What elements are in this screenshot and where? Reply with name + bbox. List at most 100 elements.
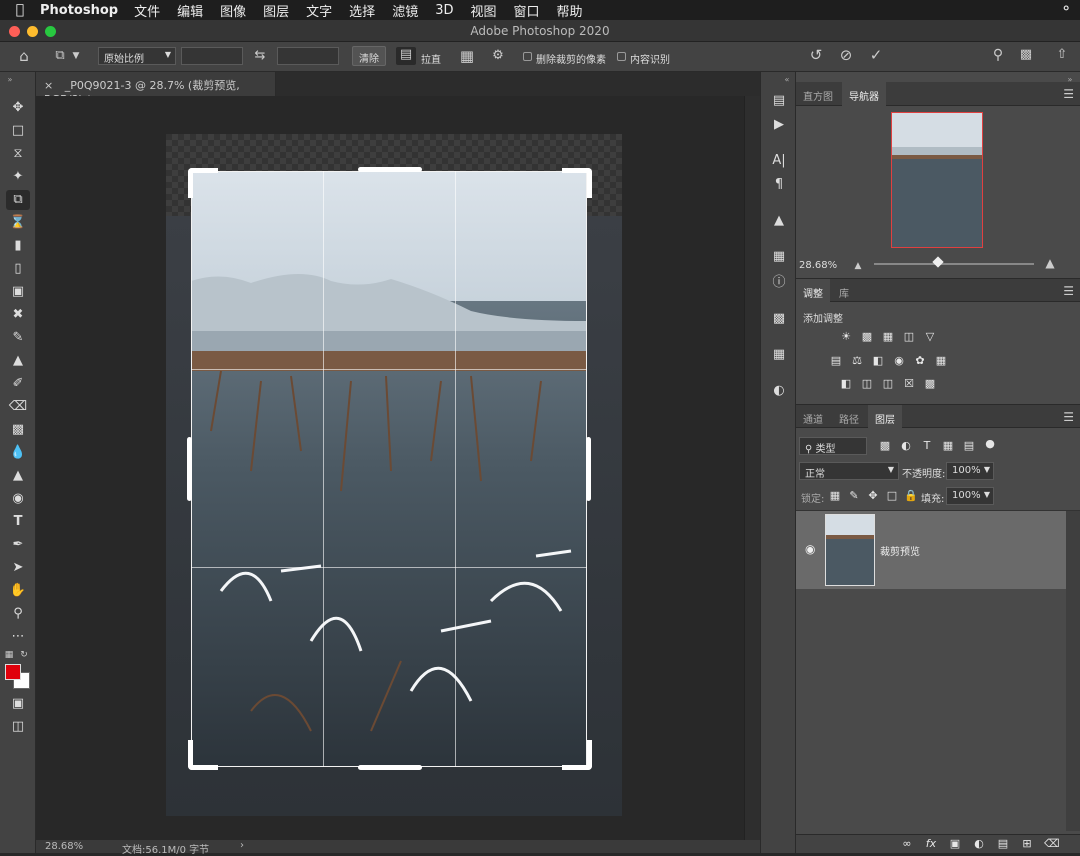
layer-row[interactable]: ◉ 裁剪预览 — [796, 511, 1066, 589]
menu-file[interactable]: 文件 — [134, 1, 160, 20]
layer-name[interactable]: 裁剪预览 — [880, 543, 920, 558]
sharpen-icon[interactable]: ▲ — [6, 466, 30, 486]
straighten-label[interactable]: 拉直 — [421, 51, 441, 66]
vertical-scrollbar[interactable] — [744, 96, 760, 840]
gradient-icon[interactable]: ▩ — [6, 420, 30, 440]
new-group-icon[interactable]: ▤ — [996, 838, 1010, 850]
reset-icon[interactable]: ↺ — [806, 47, 826, 63]
navigator-thumbnail[interactable] — [891, 112, 983, 248]
lock-pixels-icon[interactable]: ✎ — [847, 490, 861, 502]
gradients-panel-icon[interactable]: ▩ — [767, 308, 791, 330]
new-layer-icon[interactable]: ⊞ — [1020, 838, 1034, 850]
swap-colors-icon[interactable]: ↻ — [19, 647, 29, 663]
history-panel-icon[interactable]: ▤ — [767, 90, 791, 112]
crop-preset-icon[interactable]: ⧉ — [50, 48, 70, 64]
menu-view[interactable]: 视图 — [470, 1, 496, 20]
tab-paths[interactable]: 路径 — [832, 405, 866, 429]
gear-icon[interactable]: ⚙ — [488, 48, 508, 64]
marquee-tool-icon[interactable]: □ — [6, 121, 30, 141]
menu-layer[interactable]: 图层 — [263, 1, 289, 20]
dodge-icon[interactable]: ◉ — [6, 489, 30, 509]
filter-smart-object-icon[interactable]: ▤ — [962, 440, 976, 452]
color-balance-icon[interactable]: ⚖ — [850, 355, 864, 367]
path-select-icon[interactable]: ➤ — [6, 558, 30, 578]
filter-pixel-icon[interactable]: ▩ — [878, 440, 892, 452]
crop-handle-right[interactable] — [586, 437, 591, 501]
eraser-icon[interactable]: ⌫ — [6, 397, 30, 417]
app-menu[interactable]: Photoshop — [40, 3, 118, 18]
menu-help[interactable]: 帮助 — [557, 1, 583, 20]
document-tab[interactable]: × _P0Q9021-3 @ 28.7% (裁剪预览, RGB/8) * — [36, 72, 276, 106]
brush-icon[interactable]: ✎ — [6, 328, 30, 348]
lock-all-icon[interactable]: 🔒 — [904, 490, 918, 502]
menu-window[interactable]: 窗口 — [514, 1, 540, 20]
crop-handle-top-left[interactable] — [188, 168, 218, 198]
paragraph-panel-icon[interactable]: ¶ — [767, 174, 791, 196]
width-field[interactable] — [181, 47, 243, 65]
grid-overlay-icon[interactable]: ▦ — [457, 48, 477, 64]
share-icon[interactable]: ⇧ — [1052, 47, 1072, 63]
link-layers-icon[interactable]: ∞ — [900, 838, 914, 850]
filter-toggle-icon[interactable]: ● — [983, 438, 997, 450]
magic-wand-icon[interactable]: ✦ — [6, 167, 30, 187]
panel-menu-icon[interactable]: ☰ — [1063, 410, 1074, 424]
menu-select[interactable]: 选择 — [349, 1, 375, 20]
crop-handle-bottom-left[interactable] — [188, 740, 218, 770]
height-field[interactable] — [277, 47, 339, 65]
lock-transparency-icon[interactable]: ▦ — [828, 490, 842, 502]
tab-libraries[interactable]: 库 — [832, 279, 856, 303]
tab-adjustments[interactable]: 调整 — [796, 279, 830, 303]
swatches-panel-icon[interactable]: ▦ — [767, 344, 791, 366]
hue-saturation-icon[interactable]: ▤ — [829, 355, 843, 367]
zoom-level[interactable]: 28.68% — [45, 841, 83, 852]
workspace-icon[interactable]: ▩ — [1016, 47, 1036, 63]
healing-brush-icon[interactable]: ▮ — [6, 236, 30, 256]
opacity-field[interactable]: 100% ▼ — [946, 462, 994, 480]
crop-tool-icon[interactable]: ⧉ — [6, 190, 30, 210]
layer-style-icon[interactable]: fx — [924, 838, 938, 850]
commit-crop-icon[interactable]: ✓ — [866, 47, 886, 63]
gradient-map-icon[interactable]: ▩ — [923, 378, 937, 390]
chevron-down-icon[interactable]: ▼ — [71, 48, 81, 64]
panel-menu-icon[interactable]: ☰ — [1063, 284, 1074, 298]
screen-mode-icon[interactable]: ◫ — [6, 717, 30, 737]
lasso-tool-icon[interactable]: ⧖ — [6, 144, 30, 164]
canvas-area[interactable] — [36, 96, 744, 840]
color-lookup-icon[interactable]: ▦ — [934, 355, 948, 367]
menu-type[interactable]: 文字 — [306, 1, 332, 20]
vibrance-icon[interactable]: ▽ — [923, 331, 937, 343]
history-brush-icon[interactable]: ✐ — [6, 374, 30, 394]
zoom-tool-icon[interactable]: ⚲ — [6, 604, 30, 624]
clone-source-icon[interactable]: ▲ — [767, 210, 791, 232]
delete-cropped-checkbox[interactable] — [523, 52, 532, 61]
3d-panel-icon[interactable]: ▦ — [767, 246, 791, 268]
filter-adjustment-icon[interactable]: ◐ — [899, 440, 913, 452]
zoom-out-icon[interactable]: ▲ — [852, 258, 864, 274]
crop-handle-top-right[interactable] — [562, 168, 592, 198]
menu-image[interactable]: 图像 — [220, 1, 246, 20]
home-icon[interactable]: ⌂ — [14, 48, 34, 64]
move-tool-icon[interactable]: ✥ — [6, 98, 30, 118]
adjustment-layer-icon[interactable]: ◐ — [972, 838, 986, 850]
hand-tool-icon[interactable]: ✋ — [6, 581, 30, 601]
patch-icon[interactable]: ▯ — [6, 259, 30, 279]
wechat-icon[interactable]: ⚬ — [1060, 1, 1072, 17]
zoom-in-icon[interactable]: ▲ — [1042, 255, 1058, 271]
threshold-icon[interactable]: ◫ — [881, 378, 895, 390]
navigator-zoom[interactable]: 28.68% — [799, 260, 837, 271]
collapse-icon[interactable]: « — [781, 72, 793, 88]
status-menu-icon[interactable]: › — [240, 840, 244, 851]
layer-filter-select[interactable]: ⚲ 类型 — [799, 437, 867, 455]
menu-3d[interactable]: 3D — [435, 3, 453, 18]
straighten-icon[interactable]: ▤ — [396, 47, 416, 65]
zoom-slider-thumb[interactable] — [932, 256, 944, 268]
frame-icon[interactable]: ▣ — [6, 282, 30, 302]
channel-mixer-icon[interactable]: ✿ — [913, 355, 927, 367]
default-colors-icon[interactable]: ▦ — [4, 647, 14, 663]
actions-panel-icon[interactable]: ▶ — [767, 114, 791, 136]
tab-histogram[interactable]: 直方图 — [796, 82, 840, 106]
curves-icon[interactable]: ▦ — [881, 331, 895, 343]
foreground-color-swatch[interactable] — [5, 664, 21, 680]
add-mask-icon[interactable]: ▣ — [948, 838, 962, 850]
filter-shape-icon[interactable]: ▦ — [941, 440, 955, 452]
